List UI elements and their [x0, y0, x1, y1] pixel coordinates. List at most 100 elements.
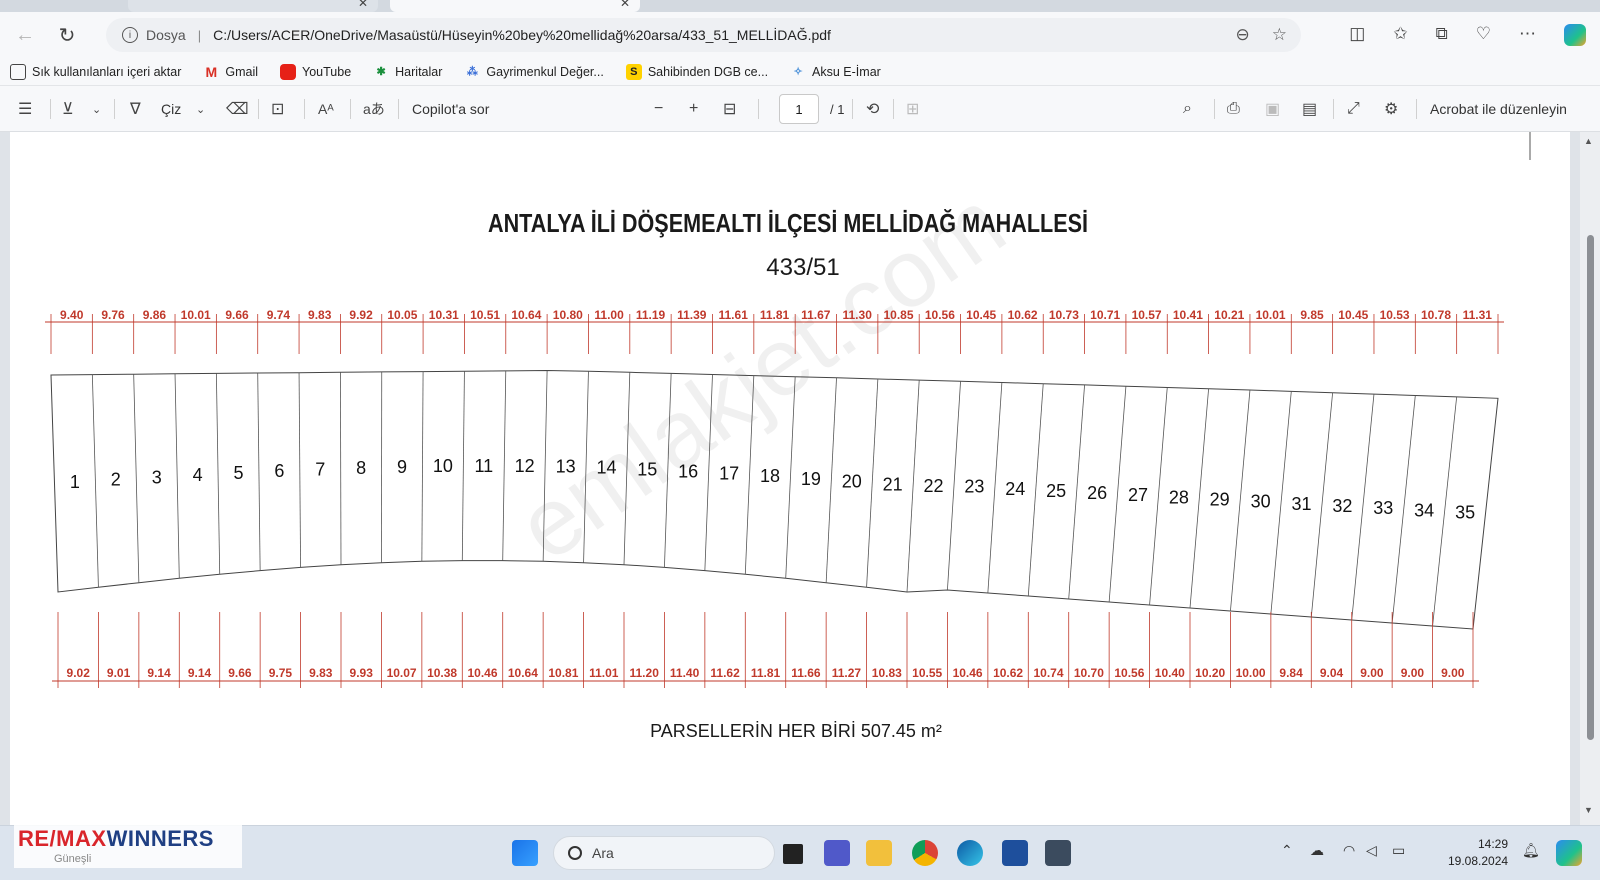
- dimension-label: 10.55: [912, 666, 942, 680]
- taskbar-search[interactable]: Ara: [553, 836, 775, 870]
- dimension-label: 10.83: [872, 666, 902, 680]
- browser-essentials-icon[interactable]: ♡: [1476, 24, 1491, 46]
- dimension-label: 9.00: [1360, 666, 1384, 680]
- address-bar[interactable]: i Dosya | C:/Users/ACER/OneDrive/Masaüst…: [106, 18, 1301, 52]
- task-view-icon[interactable]: [783, 844, 803, 864]
- fullscreen-icon[interactable]: ⤢: [1347, 99, 1360, 119]
- chevron-up-icon[interactable]: ⌃: [1281, 842, 1293, 859]
- scrollbar-thumb[interactable]: [1587, 235, 1594, 740]
- search-icon[interactable]: ⌕: [1183, 99, 1192, 119]
- favorites-icon[interactable]: ✩: [1393, 24, 1407, 46]
- read-aloud-icon[interactable]: Aᴬ: [318, 99, 334, 119]
- parcel-number: 25: [1046, 481, 1066, 501]
- parcel-divider: [91, 374, 99, 588]
- tab-pdf-active[interactable]: ✕: [390, 0, 640, 12]
- system-clock[interactable]: 14:29 19.08.2024: [1448, 836, 1508, 870]
- chevron-down-icon[interactable]: ⌄: [92, 99, 101, 119]
- zoom-icon[interactable]: ⊖: [1236, 25, 1250, 45]
- scroll-down-icon[interactable]: ▼: [1584, 805, 1593, 815]
- file-explorer-icon[interactable]: [866, 840, 892, 866]
- parcel-number: 26: [1087, 483, 1107, 503]
- bookmark-aksu[interactable]: ✧ Aksu E-İmar: [790, 64, 880, 80]
- settings-gear-icon[interactable]: ⚙: [1384, 99, 1398, 119]
- wifi-icon[interactable]: ◠: [1343, 842, 1355, 859]
- bookmark-label: Haritalar: [395, 64, 443, 79]
- close-tab-icon[interactable]: ✕: [620, 0, 630, 10]
- copilot-icon[interactable]: [1564, 24, 1586, 46]
- highlight-icon[interactable]: ⊻: [62, 99, 74, 119]
- save-icon[interactable]: ▣: [1265, 99, 1280, 119]
- dimension-label: 10.56: [925, 308, 955, 322]
- dimension-label: 9.75: [269, 666, 293, 680]
- dimension-label: 10.64: [508, 666, 538, 680]
- notification-bell-icon[interactable]: 🔔︎: [1522, 842, 1540, 859]
- bookmark-sahibinden[interactable]: S Sahibinden DGB ce...: [625, 63, 768, 80]
- store-icon[interactable]: [1002, 840, 1028, 866]
- parcel-divider: [133, 374, 140, 583]
- parcel-number: 33: [1373, 498, 1393, 518]
- copilot-icon[interactable]: [1556, 840, 1582, 866]
- info-icon[interactable]: i: [122, 27, 138, 43]
- favorite-star-icon[interactable]: ☆: [1272, 25, 1287, 45]
- bookmark-maps[interactable]: ✱ Haritalar: [373, 64, 443, 80]
- copilot-ask-button[interactable]: Copilot'a sor: [412, 99, 489, 119]
- bookmark-youtube[interactable]: YouTube: [280, 63, 351, 80]
- print-icon[interactable]: ⎙: [1227, 99, 1240, 119]
- contents-list-icon[interactable]: ☰: [18, 99, 32, 119]
- rotate-icon[interactable]: ⟲: [866, 99, 879, 119]
- parcel-divider: [461, 371, 465, 561]
- parcel-number: 21: [883, 475, 903, 495]
- toolbar-separator: [1333, 99, 1334, 119]
- start-windows-icon[interactable]: [512, 840, 538, 866]
- fit-page-icon[interactable]: ⊟: [723, 99, 736, 119]
- eraser-icon[interactable]: ⌫: [226, 99, 249, 119]
- scroll-up-icon[interactable]: ▲: [1584, 136, 1593, 146]
- url-path[interactable]: C:/Users/ACER/OneDrive/Masaüstü/Hüseyin%…: [213, 27, 831, 43]
- save-as-icon[interactable]: ▤: [1302, 99, 1317, 119]
- page-view-icon[interactable]: ⊞: [906, 99, 919, 119]
- brand-right: WINNERS: [106, 826, 214, 851]
- dimension-label: 11.61: [719, 308, 749, 322]
- parcel-number: 2: [111, 470, 121, 490]
- translate-icon[interactable]: aあ: [363, 99, 385, 119]
- zoom-in-icon[interactable]: +: [689, 99, 698, 119]
- bookmark-gmail[interactable]: M Gmail: [203, 64, 259, 80]
- text-box-icon[interactable]: ⊡: [271, 99, 284, 119]
- split-screen-icon[interactable]: ◫: [1349, 24, 1365, 46]
- teams-icon[interactable]: [824, 840, 850, 866]
- edge-icon[interactable]: [957, 840, 983, 866]
- vertical-scrollbar[interactable]: ▲ ▼: [1580, 132, 1600, 825]
- more-menu-icon[interactable]: ⋯: [1519, 24, 1536, 46]
- dimension-label: 9.66: [228, 666, 252, 680]
- volume-icon[interactable]: ◁: [1366, 842, 1377, 859]
- dimension-label: 11.30: [843, 308, 873, 322]
- chevron-down-icon[interactable]: ⌄: [196, 99, 205, 119]
- dimension-label: 10.46: [953, 666, 983, 680]
- search-icon: [568, 846, 582, 860]
- parcel-number: 1: [70, 472, 80, 492]
- chrome-icon[interactable]: [912, 840, 938, 866]
- draw-icon[interactable]: ∇: [130, 99, 141, 119]
- parcel-number: 20: [842, 472, 862, 492]
- collections-icon[interactable]: ⧉: [1436, 24, 1448, 46]
- parcel-number: 24: [1005, 479, 1025, 499]
- acrobat-edit-button[interactable]: Acrobat ile düzenleyin: [1430, 99, 1567, 119]
- dimension-label: 10.80: [553, 308, 583, 322]
- tab-pdf-inactive[interactable]: ✕: [128, 0, 378, 12]
- refresh-icon[interactable]: ↻: [50, 18, 84, 52]
- parcel-divider: [421, 371, 424, 562]
- calculator-icon[interactable]: [1045, 840, 1071, 866]
- zoom-out-icon[interactable]: −: [654, 99, 663, 119]
- onedrive-icon[interactable]: ☁: [1310, 842, 1324, 859]
- close-tab-icon[interactable]: ✕: [358, 0, 368, 10]
- parcel-number: 35: [1455, 503, 1475, 523]
- battery-icon[interactable]: ▭: [1392, 842, 1405, 859]
- parcel-divider: [1351, 394, 1375, 621]
- parcel-number: 11: [474, 456, 493, 476]
- back-arrow-icon[interactable]: ←: [8, 18, 42, 52]
- bookmark-import[interactable]: Sık kullanılanları içeri aktar: [10, 63, 181, 80]
- bookmark-gayrimenkul[interactable]: ⁂ Gayrimenkul Değer...: [464, 64, 604, 80]
- page-number-input[interactable]: 1: [779, 94, 819, 124]
- parcel-number: 19: [801, 469, 821, 489]
- draw-button[interactable]: Çiz: [161, 99, 181, 119]
